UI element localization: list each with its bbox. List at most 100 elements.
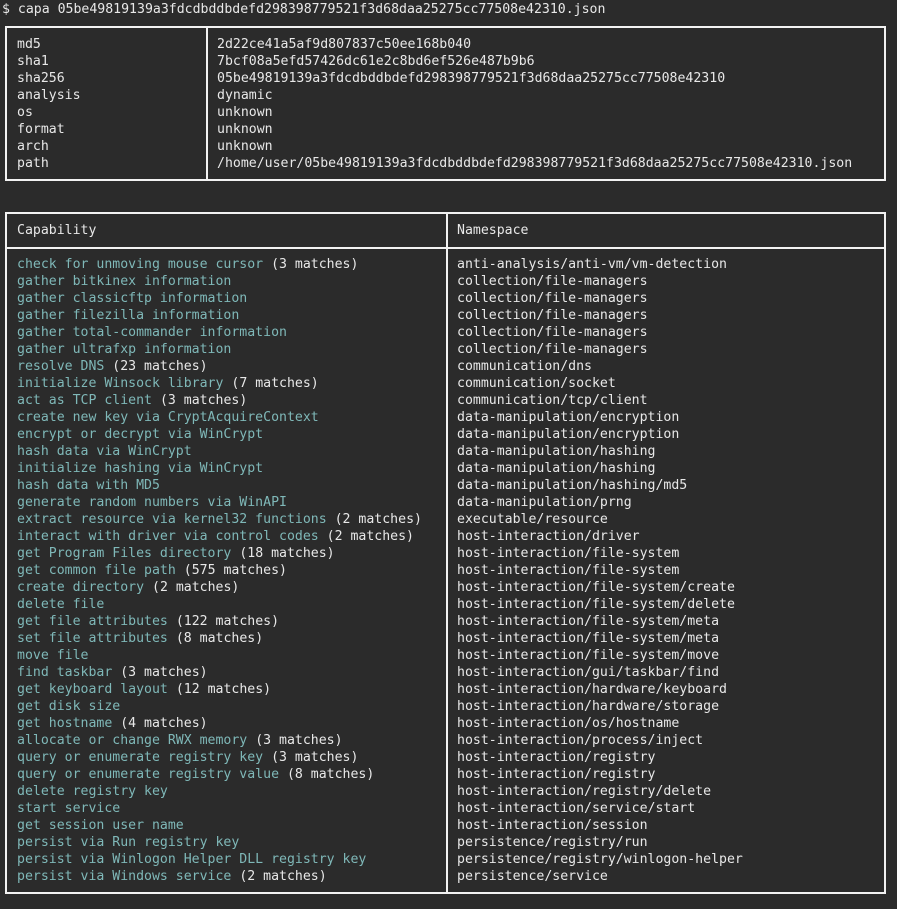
metadata-key: sha1 (17, 54, 49, 69)
table-row: encrypt or decrypt via WinCrypt data-mani… (7, 426, 884, 443)
capability-column-header: Capability (17, 223, 97, 238)
table-row: delete registry key host-interaction/regi… (7, 783, 884, 800)
metadata-value: /home/user/05be49819139a3fdcdbddbdefd298… (217, 156, 853, 171)
namespace-cell: host-interaction/file-system (457, 563, 680, 578)
capability-name: hash data via WinCrypt (17, 444, 192, 459)
namespace-cell: data-manipulation/hashing/md5 (457, 478, 688, 493)
namespace-cell: collection/file-managers (457, 291, 648, 306)
table-row: get common file path (575 matches) host-i… (7, 562, 884, 579)
table-row: initialize hashing via WinCrypt data-mani… (7, 460, 884, 477)
namespace-cell: host-interaction/service/start (457, 801, 696, 816)
table-row: act as TCP client (3 matches) communicati… (7, 392, 884, 409)
capability-cell: get keyboard layout (12 matches) (17, 681, 271, 698)
table-row: query or enumerate registry key (3 match… (7, 749, 884, 766)
capability-name: extract resource via kernel32 functions (17, 512, 327, 527)
table-row: allocate or change RWX memory (3 matches… (7, 732, 884, 749)
capability-cell: get file attributes (122 matches) (17, 613, 279, 630)
namespace-cell: host-interaction/file-system/create (457, 580, 735, 595)
capability-cell: create new key via CryptAcquireContext (17, 409, 319, 426)
table-row: gather filezilla information collection/f… (7, 307, 884, 324)
namespace-cell: host-interaction/hardware/keyboard (457, 682, 727, 697)
match-count: (8 matches) (175, 631, 264, 646)
capability-name: get keyboard layout (17, 682, 168, 697)
capability-name: interact with driver via control codes (17, 529, 319, 544)
namespace-cell: host-interaction/file-system (457, 546, 680, 561)
namespace-cell: host-interaction/session (457, 818, 648, 833)
metadata-key: os (17, 105, 33, 120)
capability-name: gather bitkinex information (17, 274, 232, 289)
capability-name: gather classicftp information (17, 291, 248, 306)
namespace-cell: host-interaction/os/hostname (457, 716, 680, 731)
table-row: interact with driver via control codes (… (7, 528, 884, 545)
match-count: (3 matches) (120, 665, 208, 680)
capability-name: persist via Windows service (17, 869, 232, 884)
table-row: create directory (2 matches) host-interac… (7, 579, 884, 596)
capability-name: create directory (17, 580, 145, 595)
capability-cell: find taskbar (3 matches) (17, 664, 208, 681)
namespace-cell: host-interaction/registry (457, 750, 656, 765)
capability-cell: persist via Run registry key (17, 834, 239, 851)
namespace-cell: data-manipulation/encryption (457, 427, 680, 442)
namespace-cell: collection/file-managers (457, 308, 648, 323)
table-row: check for unmoving mouse cursor (3 match… (7, 256, 884, 273)
metadata-value: 2d22ce41a5af9d807837c50ee168b040 (217, 37, 472, 52)
metadata-value: unknown (217, 122, 273, 137)
capability-cell: gather filezilla information (17, 307, 239, 324)
capability-name: query or enumerate registry value (17, 767, 280, 782)
namespace-cell: collection/file-managers (457, 325, 648, 340)
table-row: gather ultrafxp information collection/fi… (7, 341, 884, 358)
capability-name: move file (17, 648, 89, 663)
capability-name: persist via Winlogon Helper DLL registry… (17, 852, 367, 867)
capability-name: hash data with MD5 (17, 478, 160, 493)
capability-name: persist via Run registry key (17, 835, 240, 850)
metadata-column-divider (206, 28, 208, 179)
metadata-key: path (17, 156, 49, 171)
match-count: (3 matches) (255, 733, 343, 748)
capability-cell: persist via Windows service (2 matches) (17, 868, 327, 885)
capability-name: check for unmoving mouse cursor (17, 257, 264, 272)
capability-name: delete file (17, 597, 105, 612)
match-count: (2 matches) (334, 512, 422, 527)
capability-name: initialize hashing via WinCrypt (17, 461, 264, 476)
namespace-cell: communication/dns (457, 359, 592, 374)
capability-cell: encrypt or decrypt via WinCrypt (17, 426, 263, 443)
namespace-cell: host-interaction/registry (457, 767, 656, 782)
table-row: move file host-interaction/file-system/mo… (7, 647, 884, 664)
capability-cell: persist via Winlogon Helper DLL registry… (17, 851, 366, 868)
match-count: (575 matches) (183, 563, 287, 578)
metadata-key: sha256 (17, 71, 65, 86)
capability-name: get Program Files directory (17, 546, 232, 561)
capability-cell: delete registry key (17, 783, 168, 800)
metadata-key: arch (17, 139, 49, 154)
capability-cell: interact with driver via control codes (… (17, 528, 414, 545)
capability-name: encrypt or decrypt via WinCrypt (17, 427, 264, 442)
table-row: start service host-interaction/service/st… (7, 800, 884, 817)
match-count: (122 matches) (175, 614, 280, 629)
table-row: delete file host-interaction/file-system/… (7, 596, 884, 613)
match-count: (23 matches) (112, 359, 208, 374)
metadata-value: 05be49819139a3fdcdbddbdefd298398779521f3… (217, 71, 726, 86)
capability-cell: act as TCP client (3 matches) (17, 392, 247, 409)
table-row: set file attributes (8 matches) host-inte… (7, 630, 884, 647)
match-count: (4 matches) (120, 716, 208, 731)
capability-cell: gather total-commander information (17, 324, 287, 341)
namespace-cell: collection/file-managers (457, 342, 648, 357)
capability-cell: hash data with MD5 (17, 477, 160, 494)
table-row: get file attributes (122 matches) host-in… (7, 613, 884, 630)
table-row: extract resource via kernel32 functions … (7, 511, 884, 528)
table-row: hash data via WinCrypt data-manipulation/… (7, 443, 884, 460)
capability-cell: initialize hashing via WinCrypt (17, 460, 263, 477)
namespace-cell: host-interaction/driver (457, 529, 640, 544)
match-count: (2 matches) (326, 529, 414, 544)
table-row: get Program Files directory (18 matches)… (7, 545, 884, 562)
match-count: (8 matches) (286, 767, 375, 782)
table-row: resolve DNS (23 matches) communication/dn… (7, 358, 884, 375)
capability-cell: delete file (17, 596, 104, 613)
table-row: create new key via CryptAcquireContext da… (7, 409, 884, 426)
table-row: get keyboard layout (12 matches) host-int… (7, 681, 884, 698)
table-row: query or enumerate registry value (8 mat… (7, 766, 884, 783)
capability-cell: gather bitkinex information (17, 273, 231, 290)
capability-name: gather filezilla information (17, 308, 240, 323)
metadata-value: 7bcf08a5efd57426dc61e2c8bd6ef526e487b9b6 (217, 54, 535, 69)
capability-name: generate random numbers via WinAPI (17, 495, 287, 510)
